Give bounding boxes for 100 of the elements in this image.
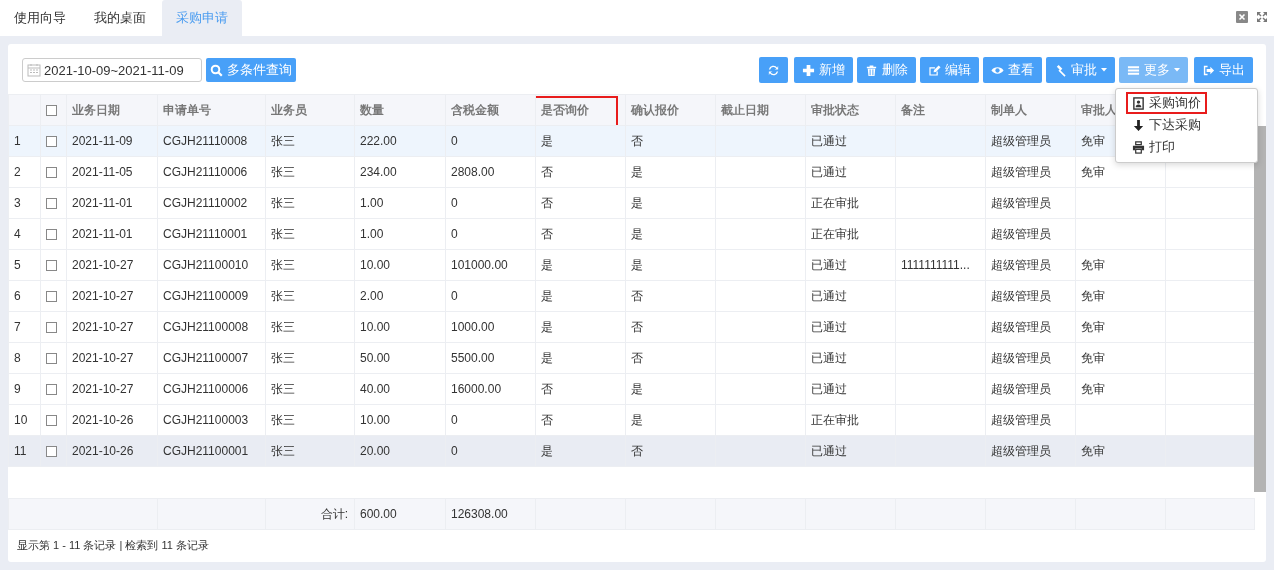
row-checkbox[interactable] [46,167,57,179]
table-cell: 超级管理员 [985,435,1076,467]
table-cell: CGJH21100001 [157,435,266,467]
table-cell: 张三 [265,373,355,405]
table-cell: 否 [625,125,716,157]
table-cell: 1111111111... [895,249,986,281]
table-cell: 2021-10-27 [66,311,158,343]
table-cell: 张三 [265,125,355,157]
table-cell: 是 [625,373,716,405]
row-number: 7 [8,311,41,343]
toolbar-button[interactable]: 新增 [794,57,853,83]
row-number: 6 [8,280,41,312]
table-cell: 正在审批 [805,404,896,436]
table-cell: 正在审批 [805,218,896,250]
table-cell: 张三 [265,342,355,374]
table-cell: 超级管理员 [985,342,1076,374]
column-header: 业务日期 [66,94,158,126]
table-cell: 10.00 [354,249,446,281]
table-cell: 超级管理员 [985,218,1076,250]
table-cell: 2021-11-05 [66,156,158,188]
table-cell: 5500.00 [445,342,536,374]
row-checkbox[interactable] [46,322,57,334]
column-header: 申请单号 [157,94,266,126]
table-cell: 已通过 [805,125,896,157]
table-cell: 免审 [1075,435,1166,467]
column-header: 业务员 [265,94,355,126]
table-cell: 是 [625,187,716,219]
toolbar-button[interactable]: 删除 [857,57,916,83]
table-cell: 张三 [265,280,355,312]
table-cell: 免审 [1075,249,1166,281]
row-number: 5 [8,249,41,281]
table-cell: CGJH21100009 [157,280,266,312]
row-checkbox[interactable] [46,260,57,272]
date-range-field[interactable]: 2021-10-09~2021-11-09 [22,58,202,82]
table-cell: 否 [535,156,626,188]
total-label: 合计: [265,498,355,530]
tab[interactable]: 采购申请 [162,0,242,36]
scrollbar-thumb[interactable] [1254,126,1266,492]
toolbar-button[interactable]: 查看 [983,57,1042,83]
table-cell: 16000.00 [445,373,536,405]
table-cell: CGJH21100007 [157,342,266,374]
table-cell: 免审 [1075,311,1166,343]
row-number: 11 [8,435,41,467]
row-checkbox[interactable] [46,291,57,303]
row-checkbox[interactable] [46,229,57,241]
row-checkbox[interactable] [46,446,57,458]
row-checkbox[interactable] [46,384,57,396]
row-checkbox[interactable] [46,353,57,365]
gavel-icon [1054,63,1067,77]
table-cell: 否 [535,187,626,219]
column-header: 备注 [895,94,986,126]
table-cell: 50.00 [354,342,446,374]
refresh-button[interactable] [759,57,788,83]
printer-icon [1132,140,1145,154]
table-cell: 否 [625,435,716,467]
table-cell: 张三 [265,311,355,343]
close-icon[interactable] [1236,11,1248,23]
trash-icon [865,63,878,77]
row-checkbox[interactable] [46,198,57,210]
menu-item[interactable]: 采购询价 [1126,92,1207,114]
table-cell: 0 [445,187,536,219]
edit-icon [928,63,941,77]
row-checkbox[interactable] [46,136,57,148]
row-checkbox[interactable] [46,415,57,427]
column-header: 确认报价 [625,94,716,126]
table-cell: 1.00 [354,187,446,219]
table-cell: CGJH21100003 [157,404,266,436]
table-cell: 张三 [265,218,355,250]
toolbar-button[interactable]: 导出 [1194,57,1253,83]
table-cell: 是 [625,218,716,250]
toolbar-button[interactable]: 更多 [1119,57,1188,83]
table-cell: 是 [535,280,626,312]
toolbar-button[interactable]: 审批 [1046,57,1115,83]
table-cell: 0 [445,125,536,157]
table-cell: 是 [535,342,626,374]
table-cell: 0 [445,280,536,312]
search-button[interactable]: 多条件查询 [206,58,296,82]
table-cell: CGJH21100008 [157,311,266,343]
select-all-checkbox[interactable] [46,105,57,117]
calendar-icon [27,63,41,77]
table-cell: 已通过 [805,435,896,467]
fullscreen-icon[interactable] [1256,11,1268,23]
table-cell: 超级管理员 [985,249,1076,281]
plus-icon [802,63,815,77]
table-cell: 否 [625,311,716,343]
table-cell: 222.00 [354,125,446,157]
table-cell: 超级管理员 [985,311,1076,343]
table-cell: 2.00 [354,280,446,312]
column-header: 审批状态 [805,94,896,126]
table-cell: 已通过 [805,311,896,343]
table-cell: CGJH21110008 [157,125,266,157]
table-cell: 0 [445,218,536,250]
table-cell: 否 [535,218,626,250]
table-cell: 0 [445,435,536,467]
arrow-down-icon [1132,118,1145,132]
toolbar-button[interactable]: 编辑 [920,57,979,83]
record-count-text: 显示第 1 - 11 条记录 | 检索到 11 条记录 [16,538,210,553]
table-cell: 2021-11-09 [66,125,158,157]
table-cell: 已通过 [805,249,896,281]
table-cell: 0 [445,404,536,436]
